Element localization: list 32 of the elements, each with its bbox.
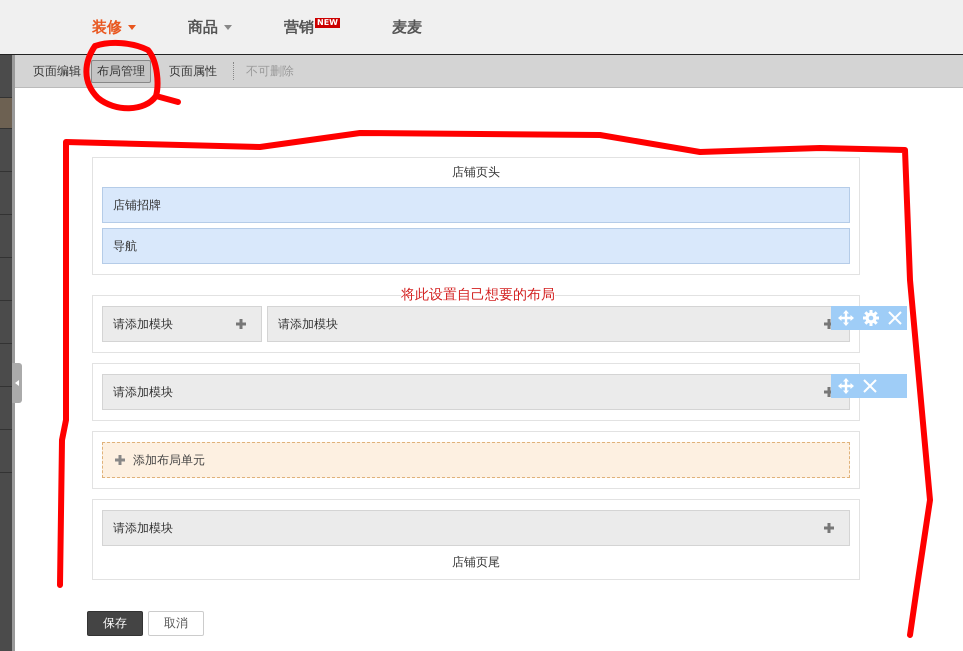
nav-tab[interactable]: 商品	[188, 18, 232, 36]
cancel-button[interactable]: 取消	[148, 611, 204, 636]
delete-action: 不可删除	[246, 62, 294, 80]
header-module[interactable]: 导航	[102, 228, 850, 264]
module-slot[interactable]: 请添加模块	[102, 374, 850, 410]
plus-icon	[824, 523, 834, 533]
move-icon[interactable]	[838, 310, 854, 326]
save-button[interactable]: 保存	[87, 611, 143, 636]
close-icon[interactable]	[863, 379, 877, 393]
new-badge: NEW	[315, 18, 340, 28]
module-slot[interactable]: 请添加模块	[102, 510, 850, 546]
header-module[interactable]: 店铺招牌	[102, 187, 850, 223]
close-icon[interactable]	[888, 311, 902, 325]
move-icon[interactable]	[838, 378, 854, 394]
module-slot[interactable]: 请添加模块	[102, 306, 262, 342]
toolbar-tab[interactable]: 布局管理	[91, 60, 151, 82]
plus-icon	[115, 455, 125, 465]
add-layout-button[interactable]: 添加布局单元	[102, 442, 850, 478]
section-title: 店铺页尾	[452, 554, 500, 571]
module-slot[interactable]: 请添加模块	[267, 306, 850, 342]
nav-tab[interactable]: 麦麦	[392, 18, 422, 36]
module-label: 请添加模块	[113, 520, 173, 536]
plus-icon	[236, 319, 246, 329]
section-title: 店铺页头	[452, 164, 500, 181]
annotation-text: 将此设置自己想要的布局	[401, 286, 555, 304]
module-label: 请添加模块	[113, 316, 173, 332]
settings-icon[interactable]	[863, 310, 879, 326]
toolbar-tab[interactable]: 页面编辑	[27, 60, 87, 82]
collapse-handle[interactable]	[12, 363, 22, 403]
module-label: 请添加模块	[278, 316, 338, 332]
module-label: 请添加模块	[113, 384, 173, 400]
toolbar-tab[interactable]: 页面属性	[163, 60, 223, 82]
